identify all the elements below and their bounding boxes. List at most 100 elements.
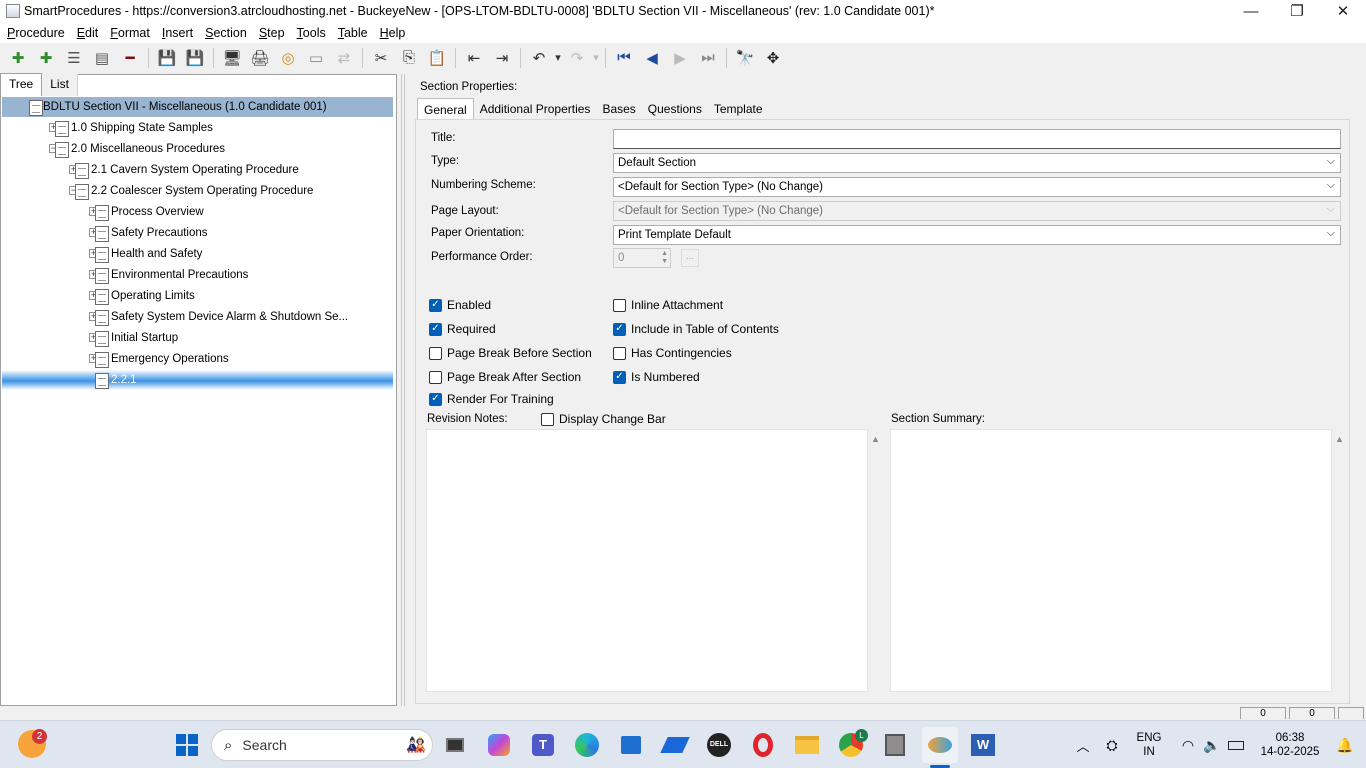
checkbox-cont[interactable]: Has Contingencies [613,346,732,360]
smartprocedures-taskbar-icon[interactable] [922,727,958,763]
first-icon[interactable]: ⏮ [613,47,635,69]
properties-icon[interactable]: ☰ [63,47,85,69]
opera-icon[interactable] [748,730,778,760]
remove-icon[interactable]: ━ [119,47,141,69]
tab-general[interactable]: General [417,98,474,120]
menu-edit[interactable]: Edit [70,26,104,40]
tree-node[interactable]: + Safety System Device Alarm & Shutdown S… [2,307,393,327]
checkbox-pba[interactable]: Page Break After Section [429,370,581,384]
checkmark-icon[interactable]: ✓ [613,370,626,384]
list-properties-icon[interactable]: ▤ [91,47,113,69]
comment-icon[interactable]: ▭ [305,47,327,69]
tree-node[interactable]: + Emergency Operations [2,349,393,369]
copy-icon[interactable]: ⎘ [398,47,420,69]
redo-dropdown-icon[interactable]: ▾ [591,47,601,69]
tree-node[interactable]: −2.0 Miscellaneous Procedures [2,139,393,159]
menu-table[interactable]: Table [331,26,373,40]
checkbox-enabled[interactable]: ✓ Enabled [429,298,491,312]
checkbox-empty-icon[interactable] [613,346,626,360]
spell-check-icon[interactable]: ◎ [277,47,299,69]
next-icon[interactable]: ▶ [669,47,691,69]
checkbox-empty-icon[interactable] [613,298,626,312]
last-icon[interactable]: ⏭ [697,47,719,69]
power-automate-icon[interactable] [660,730,690,760]
tree-node[interactable]: +2.1 Cavern System Operating Procedure [2,160,393,180]
section-summary-scrollbar[interactable]: ▲ [1332,429,1348,692]
scroll-up-icon[interactable]: ▲ [871,434,880,444]
tree-node[interactable]: + Initial Startup [2,328,393,348]
language-indicator[interactable]: ENG IN [1132,731,1166,759]
app-icon-tray[interactable] [880,730,910,760]
indent-icon[interactable]: ⇥ [491,47,513,69]
cut-icon[interactable]: ✂ [370,47,392,69]
taskbar-search[interactable]: ⌕ Search 🎎 [211,729,433,761]
minimize-button[interactable]: — [1228,0,1274,22]
notification-center-icon[interactable]: 🔔 [1330,730,1360,760]
tree-node[interactable]: −2.2 Coalescer System Operating Procedur… [2,181,393,201]
checkmark-icon[interactable]: ✓ [613,322,626,336]
revision-notes-scrollbar[interactable]: ▲ [868,429,884,692]
tab-bases[interactable]: Bases [596,98,641,120]
chevron-up-icon[interactable]: ︿ [1068,730,1098,760]
tree-node[interactable]: + Environmental Precautions [2,265,393,285]
windows-start-icon[interactable] [172,730,202,760]
battery-icon[interactable] [1221,730,1251,760]
task-view-icon[interactable] [440,730,470,760]
numbering-scheme-select[interactable]: <Default for Section Type> (No Change) ⌵ [613,177,1341,197]
scroll-up-icon[interactable]: ▲ [1335,434,1344,444]
tree-node[interactable]: + Safety Precautions [2,223,393,243]
close-button[interactable]: ✕ [1320,0,1366,22]
network-monitor-icon[interactable]: ⛭ [1097,730,1127,760]
pane-splitter[interactable] [399,74,407,706]
type-select[interactable]: Default Section ⌵ [613,153,1341,173]
checkbox-required[interactable]: ✓ Required [429,322,496,336]
checkbox-toc[interactable]: ✓ Include in Table of Contents [613,322,779,336]
tab-template[interactable]: Template [708,98,769,120]
tree-node[interactable]: −BDLTU Section VII - Miscellaneous (1.0 … [2,97,393,117]
tab-list[interactable]: List [42,74,78,96]
teams-icon[interactable]: T [528,730,558,760]
clock[interactable]: 06:38 14-02-2025 [1254,731,1326,759]
previous-icon[interactable]: ◀ [641,47,663,69]
print-preview-icon[interactable]: 🖥 [221,47,243,69]
title-input[interactable] [613,129,1341,149]
paper-orientation-select[interactable]: Print Template Default ⌵ [613,225,1341,245]
file-explorer-icon[interactable] [792,730,822,760]
save-icon[interactable]: 💾 [184,47,206,69]
add-child-icon[interactable]: ✚ [35,47,57,69]
add-icon[interactable]: ✚ [7,47,29,69]
checkbox-rft[interactable]: ✓ Render For Training [429,392,554,406]
tree-node[interactable]: 2.2.1 [2,370,393,390]
paste-icon[interactable]: 📋 [426,47,448,69]
word-icon[interactable]: W [968,730,998,760]
store-icon[interactable] [616,730,646,760]
checkbox-dcb[interactable]: Display Change Bar [541,412,666,426]
menu-format[interactable]: Format [103,26,155,40]
maximize-button[interactable]: ❐ [1274,0,1320,22]
dell-icon[interactable]: DELL [704,730,734,760]
checkbox-empty-icon[interactable] [429,370,442,384]
checkbox-empty-icon[interactable] [429,346,442,360]
revision-notes-textarea[interactable] [426,429,868,692]
transfer-icon[interactable]: ⇄ [333,47,355,69]
outdent-icon[interactable]: ⇤ [463,47,485,69]
tab-tree[interactable]: Tree [0,73,43,96]
tree-node[interactable]: + Operating Limits [2,286,393,306]
checkmark-icon[interactable]: ✓ [429,298,442,312]
menu-section[interactable]: Section [198,26,252,40]
tree-node[interactable]: + Process Overview [2,202,393,222]
checkbox-empty-icon[interactable] [541,412,554,426]
menu-help[interactable]: Help [373,26,411,40]
menu-procedure[interactable]: Procedure [0,26,70,40]
checkbox-pbb[interactable]: Page Break Before Section [429,346,592,360]
menu-insert[interactable]: Insert [155,26,198,40]
menu-step[interactable]: Step [252,26,290,40]
checkbox-num[interactable]: ✓ Is Numbered [613,370,700,384]
tab-additional-properties[interactable]: Additional Properties [474,98,597,120]
tree-node[interactable]: + Health and Safety [2,244,393,264]
checkmark-icon[interactable]: ✓ [429,392,442,406]
edge-icon[interactable] [572,730,602,760]
checkbox-inline[interactable]: Inline Attachment [613,298,723,312]
undo-dropdown-icon[interactable]: ▾ [553,47,563,69]
print-icon[interactable]: 🖨 [249,47,271,69]
